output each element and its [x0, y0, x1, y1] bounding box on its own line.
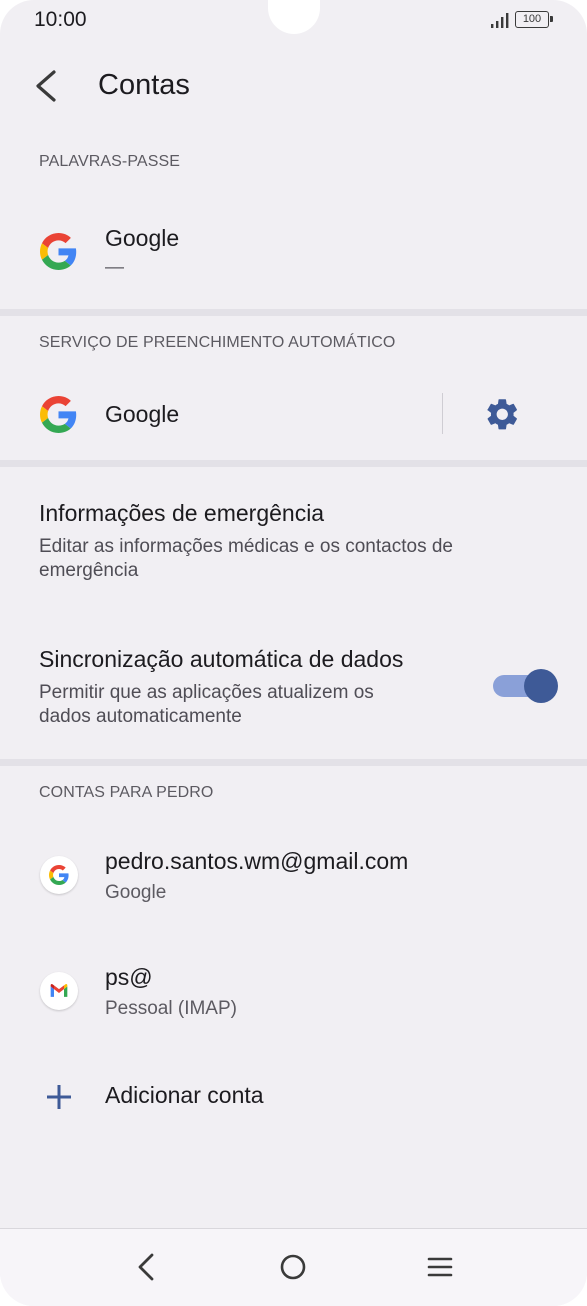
account-email: ps@: [105, 964, 153, 990]
back-button[interactable]: [26, 62, 70, 110]
emergency-info-row[interactable]: Informações de emergência Editar as info…: [0, 480, 587, 600]
camera-notch: [268, 0, 320, 34]
autofill-google-row[interactable]: Google: [0, 370, 440, 458]
emergency-info-subtitle: Editar as informações médicas e os conta…: [39, 535, 519, 583]
emergency-info-subtitle-line2: emergência: [39, 560, 139, 581]
add-account-label: Adicionar conta: [105, 1082, 264, 1108]
section-divider: [0, 309, 587, 316]
add-account-row[interactable]: Adicionar conta: [0, 1064, 587, 1128]
page-title: Contas: [98, 69, 190, 101]
google-g-icon: [49, 865, 69, 885]
back-arrow-icon: [36, 70, 56, 102]
signal-icon: [491, 13, 509, 28]
autofill-provider-title: Google: [105, 401, 180, 427]
auto-sync-title: Sincronização automática de dados: [39, 646, 404, 672]
autofill-settings-button[interactable]: [478, 392, 526, 438]
auto-sync-subtitle-line2: dados automaticamente: [39, 706, 242, 727]
password-provider-title: Google: [105, 225, 180, 251]
account-type: Pessoal (IMAP): [105, 998, 237, 1019]
navigation-bar: [0, 1228, 587, 1306]
gmail-icon: [50, 984, 68, 997]
battery-level: 100: [522, 13, 542, 25]
toggle-thumb: [524, 669, 558, 703]
status-time: 10:00: [34, 8, 87, 31]
vertical-separator: [442, 393, 443, 434]
account-type: Google: [105, 882, 167, 903]
account-email: pedro.santos.wm@gmail.com: [105, 848, 409, 874]
section-label-autofill: SERVIÇO DE PREENCHIMENTO AUTOMÁTICO: [39, 334, 396, 351]
nav-home-button[interactable]: [273, 1247, 313, 1287]
nav-back-button[interactable]: [126, 1247, 166, 1287]
auto-sync-subtitle-line1: Permitir que as aplicações atualizem os: [39, 682, 374, 703]
battery-icon: 100: [515, 11, 553, 28]
section-divider: [0, 759, 587, 766]
google-g-icon: [40, 233, 77, 270]
emergency-info-title: Informações de emergência: [39, 500, 325, 526]
nav-menu-button[interactable]: [420, 1247, 460, 1287]
nav-back-icon: [138, 1253, 154, 1281]
emergency-info-subtitle-line1: Editar as informações médicas e os conta…: [39, 536, 453, 557]
nav-menu-icon: [427, 1257, 453, 1277]
section-label-accounts: CONTAS PARA PEDRO: [39, 784, 214, 801]
auto-sync-toggle[interactable]: [490, 669, 560, 703]
google-g-icon: [40, 396, 77, 433]
account-row[interactable]: pedro.santos.wm@gmail.com Google: [0, 828, 587, 928]
settings-screen: 10:00 100 Contas PALAVRAS-PASSE Google —: [0, 0, 587, 1306]
account-avatar: [40, 856, 78, 894]
status-bar: 10:00 100: [0, 0, 587, 40]
password-provider-subtitle: —: [105, 257, 124, 278]
password-google-row[interactable]: Google —: [0, 205, 587, 305]
nav-home-icon: [280, 1254, 306, 1280]
account-row[interactable]: ps@ Pessoal (IMAP): [0, 942, 587, 1042]
section-label-passwords: PALAVRAS-PASSE: [39, 153, 181, 170]
account-avatar: [40, 972, 78, 1010]
gear-icon: [487, 399, 517, 430]
plus-icon: [47, 1085, 71, 1109]
section-divider: [0, 460, 587, 467]
auto-sync-subtitle: Permitir que as aplicações atualizem os …: [39, 681, 459, 729]
